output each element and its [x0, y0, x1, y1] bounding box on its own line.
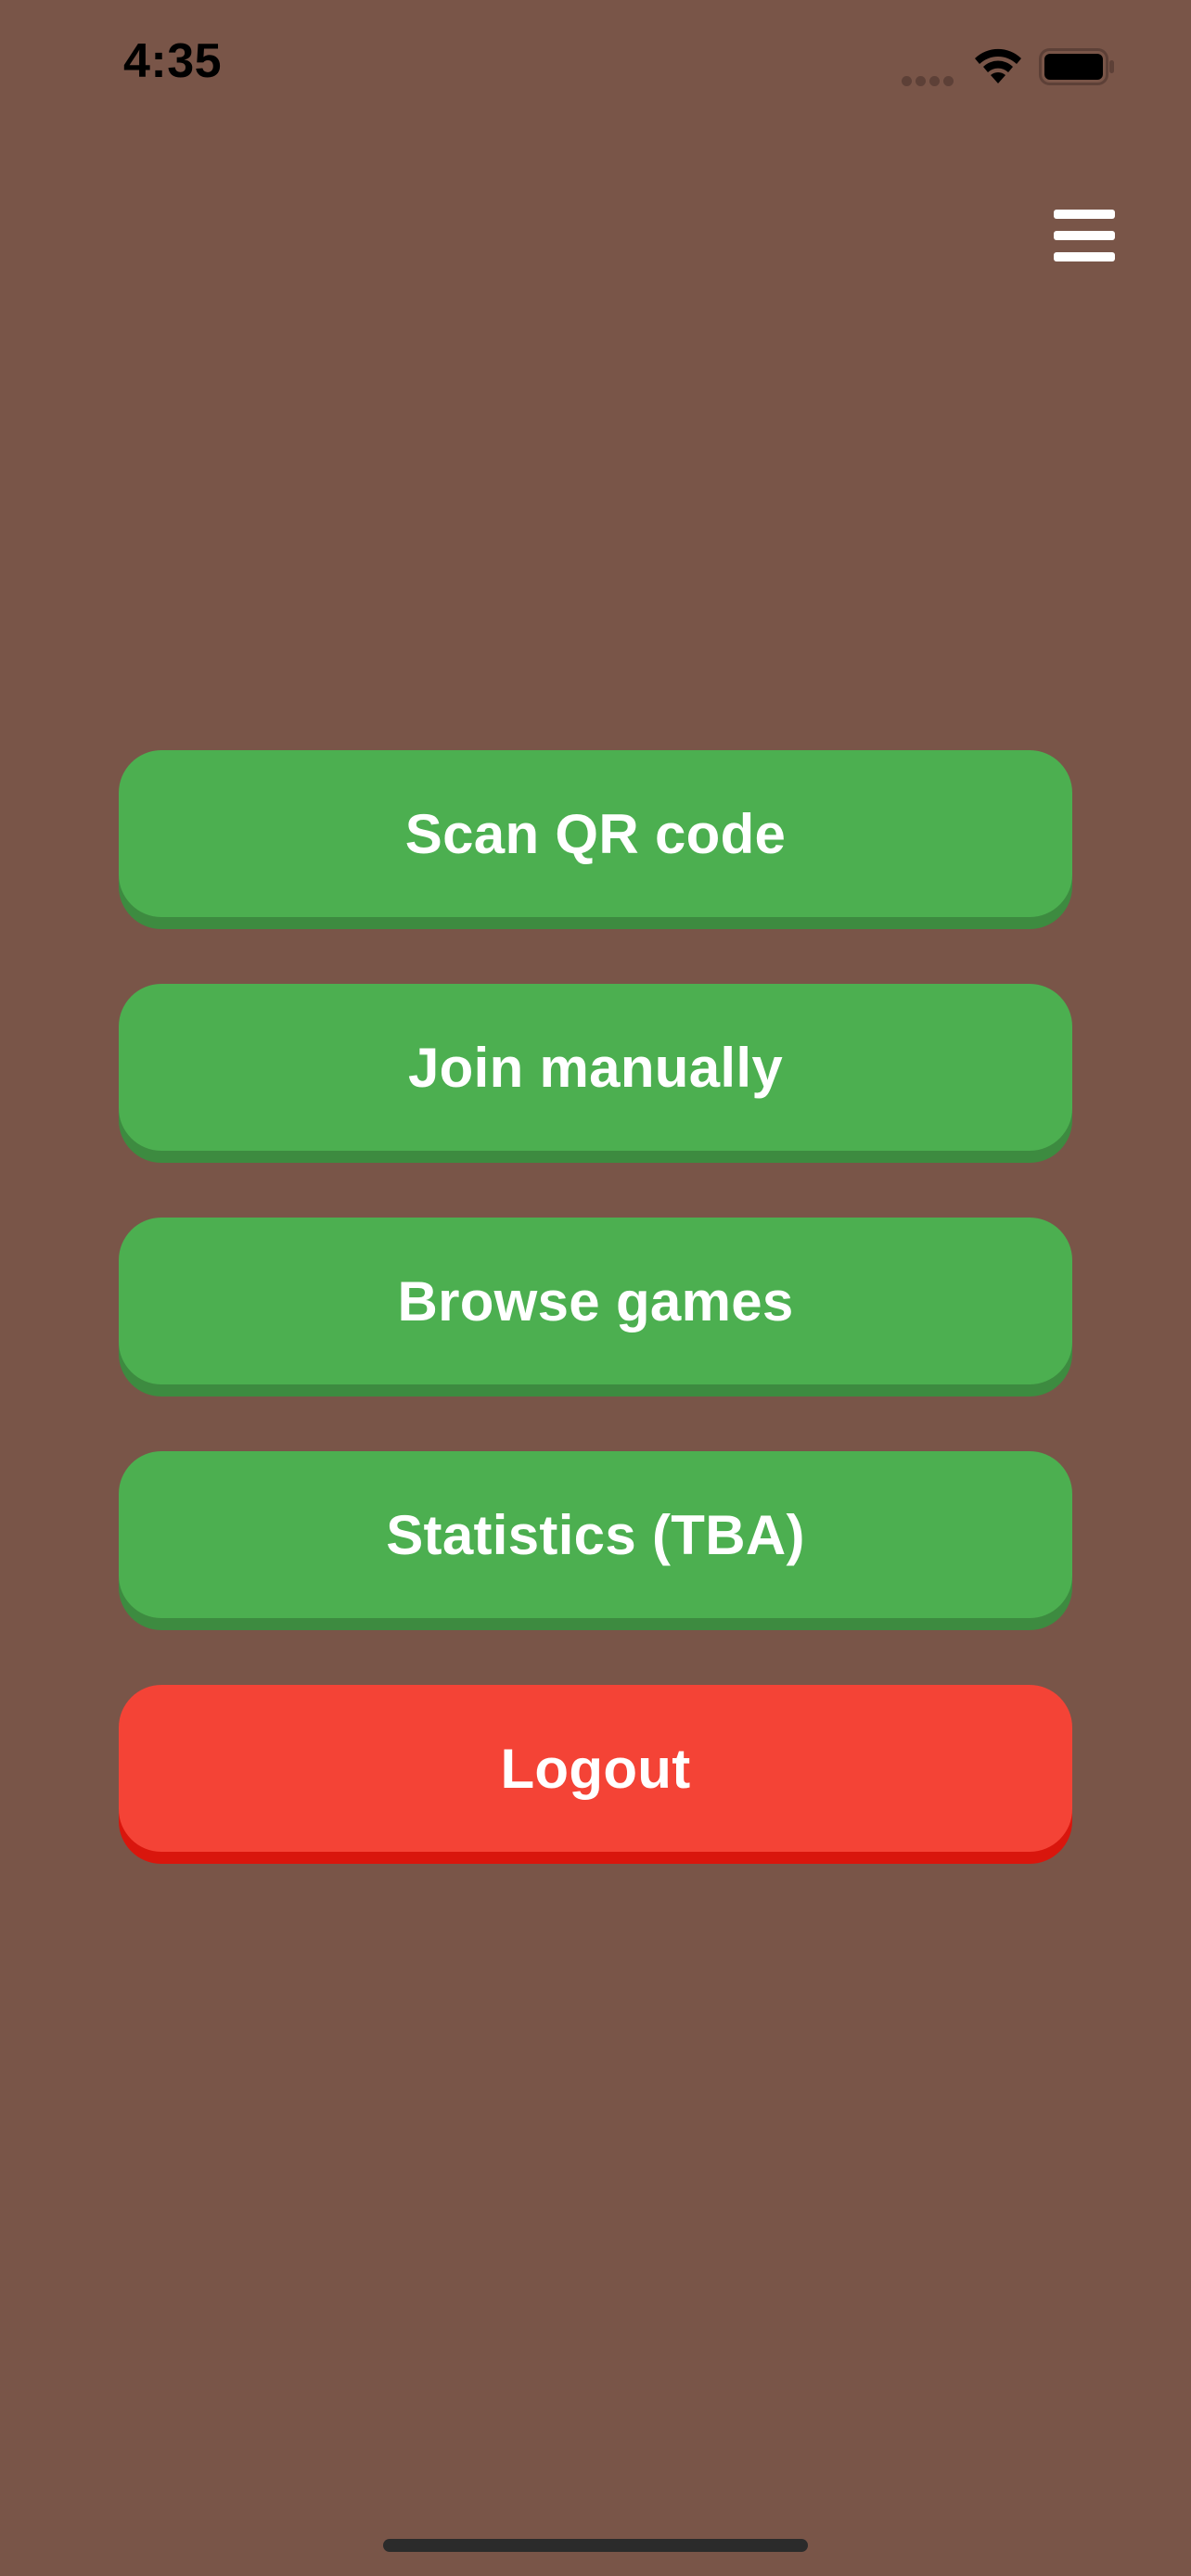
menu-button[interactable] — [1054, 208, 1117, 263]
home-indicator[interactable] — [383, 2539, 808, 2552]
logout-button[interactable]: Logout — [119, 1685, 1072, 1852]
status-bar: 4:35 — [0, 0, 1191, 139]
hamburger-menu-icon-bar — [1054, 231, 1115, 240]
cellular-signal-icon — [902, 74, 957, 86]
scan-qr-code-button[interactable]: Scan QR code — [119, 750, 1072, 917]
status-time: 4:35 — [123, 34, 223, 88]
hamburger-menu-icon-bar — [1054, 252, 1115, 261]
statistics-button[interactable]: Statistics (TBA) — [119, 1451, 1072, 1618]
wifi-icon — [975, 48, 1021, 83]
join-manually-button[interactable]: Join manually — [119, 984, 1072, 1151]
browse-games-button[interactable]: Browse games — [119, 1218, 1072, 1384]
battery-icon — [1039, 48, 1114, 85]
hamburger-menu-icon — [1054, 210, 1115, 219]
